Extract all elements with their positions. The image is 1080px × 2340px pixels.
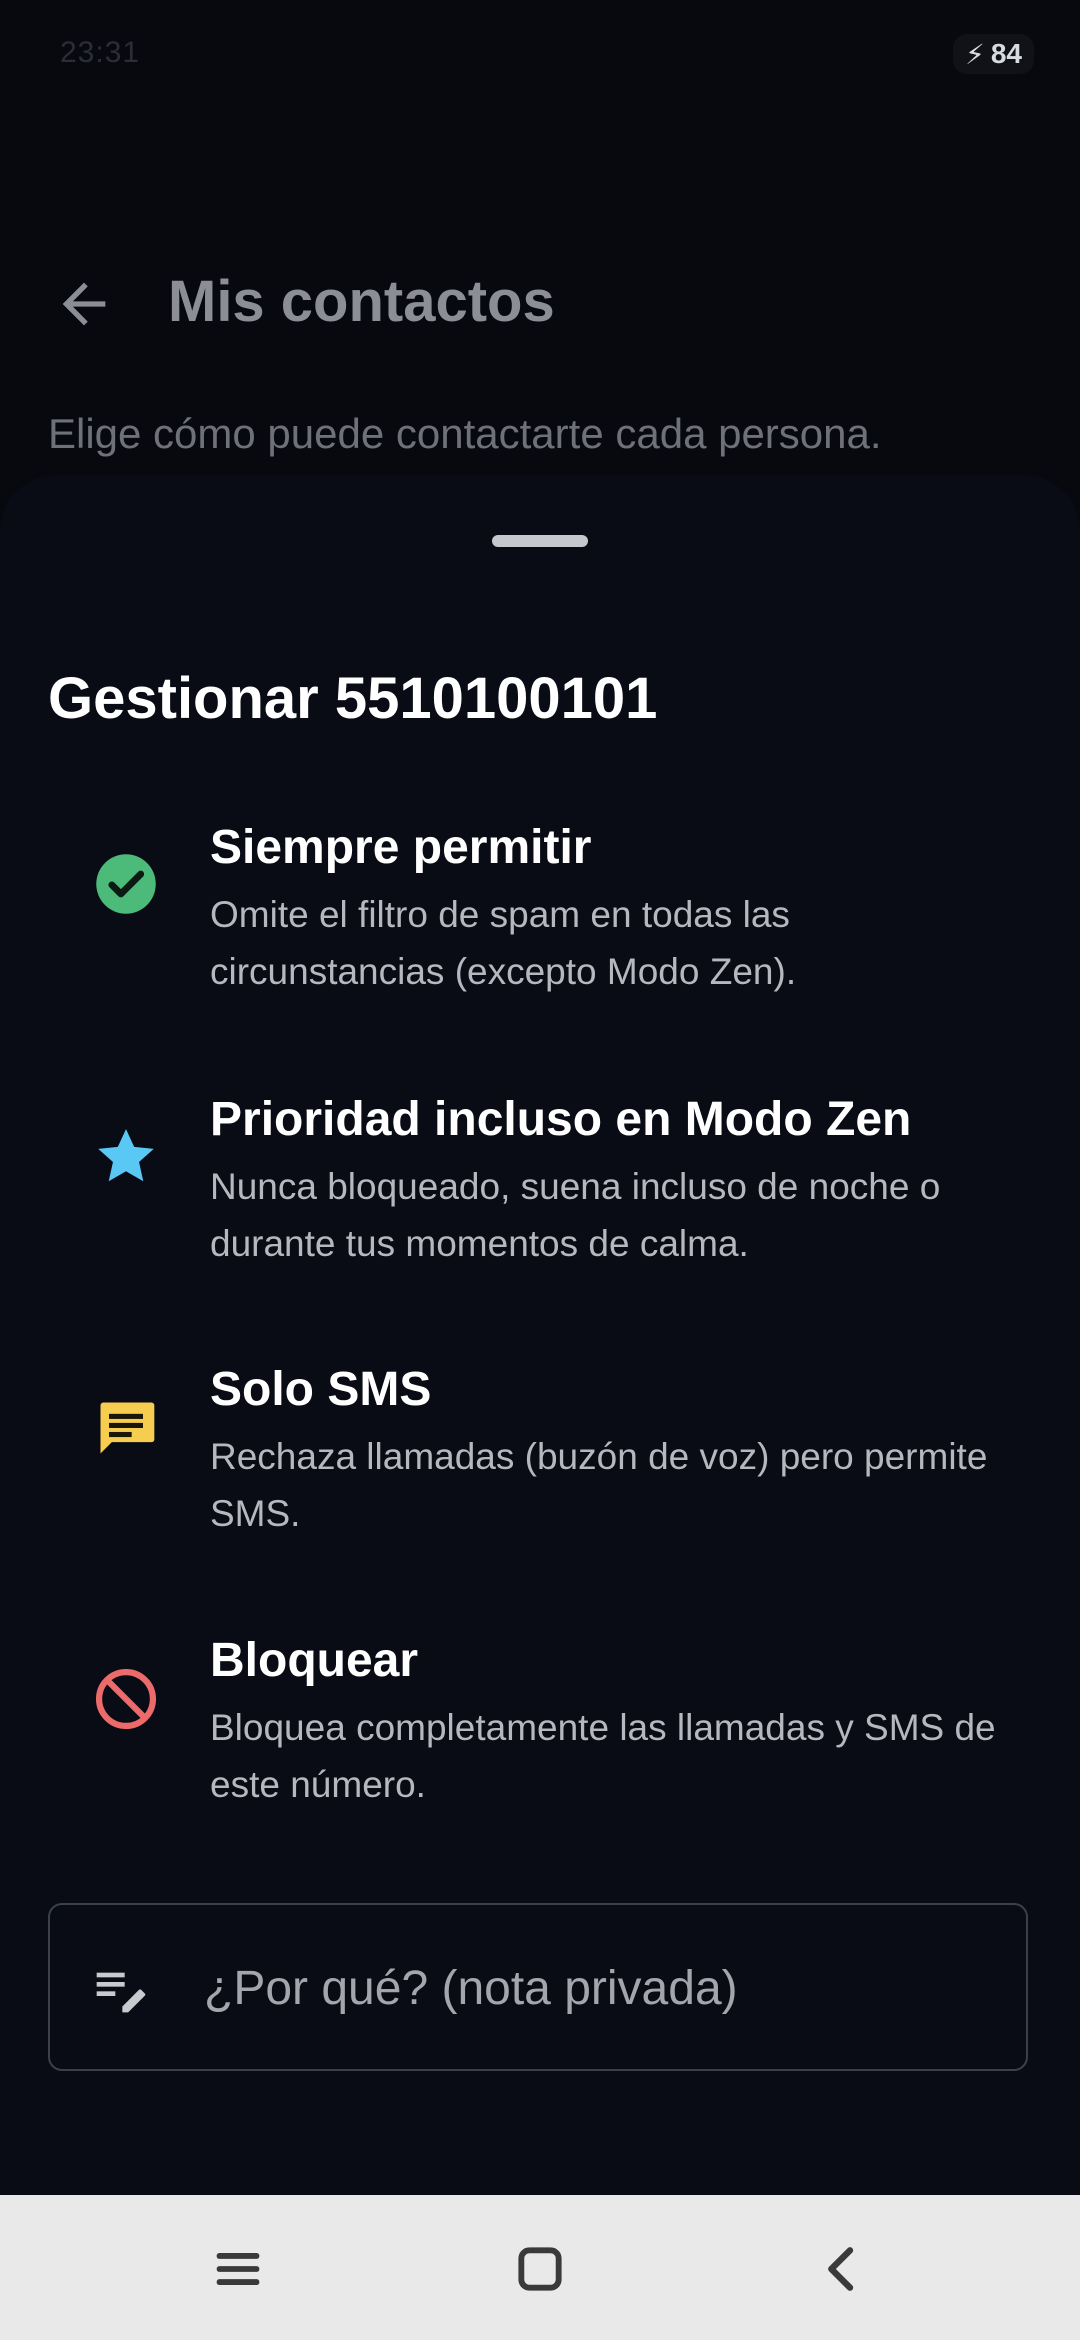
option-title: Solo SMS xyxy=(210,1363,432,1416)
status-bar: 23:31 ⚡ 84 xyxy=(0,0,1080,110)
screen: 23:31 ⚡ 84 Mis contactos Elige cómo pued… xyxy=(0,0,1080,2340)
sms-icon xyxy=(100,1402,155,1454)
battery-level: 84 xyxy=(990,38,1022,69)
sheet-title: Gestionar 5510100101 xyxy=(48,666,658,731)
option-description: Bloquea completamente las llamadas y SMS… xyxy=(210,1707,996,1805)
option-always-allow[interactable]: Siempre permitir Omite el filtro de spam… xyxy=(0,820,1080,1040)
option-description: Nunca bloqueado, suena incluso de noche … xyxy=(210,1166,941,1264)
option-priority-zen[interactable]: Prioridad incluso en Modo Zen Nunca bloq… xyxy=(0,1092,1080,1312)
option-sms-only[interactable]: Solo SMS Rechaza llamadas (buzón de voz)… xyxy=(0,1362,1080,1582)
page-subtitle: Elige cómo puede contactarte cada person… xyxy=(48,410,882,457)
option-description: Rechaza llamadas (buzón de voz) pero per… xyxy=(210,1436,988,1534)
option-description: Omite el filtro de spam en todas las cir… xyxy=(210,894,797,992)
option-title: Siempre permitir xyxy=(210,821,592,874)
private-note-input[interactable]: ¿Por qué? (nota privada) xyxy=(48,1903,1028,2071)
charging-bolt-icon: ⚡ xyxy=(965,38,985,70)
star-icon xyxy=(98,1129,154,1182)
navigation-bar xyxy=(0,2195,1080,2340)
app-bar: Mis contactos xyxy=(0,240,1080,360)
page-title: Mis contactos xyxy=(168,269,555,334)
block-icon xyxy=(95,1668,157,1730)
option-block[interactable]: Bloquear Bloquea completamente las llama… xyxy=(0,1633,1080,1853)
option-title: Prioridad incluso en Modo Zen xyxy=(210,1093,912,1146)
arrow-back-icon[interactable] xyxy=(52,272,116,336)
back-chevron-icon[interactable] xyxy=(810,2237,874,2301)
edit-note-icon xyxy=(96,1972,146,2013)
battery-indicator: ⚡ 84 xyxy=(953,34,1034,74)
status-time: 23:31 xyxy=(60,36,141,69)
menu-icon[interactable] xyxy=(206,2237,270,2301)
drag-handle[interactable] xyxy=(492,535,588,547)
bottom-sheet: Gestionar 5510100101 Siempre permitir Om… xyxy=(0,475,1080,2195)
option-title: Bloquear xyxy=(210,1634,419,1687)
note-placeholder: ¿Por qué? (nota privada) xyxy=(204,1962,738,2015)
home-square-icon[interactable] xyxy=(508,2237,572,2301)
check-circle-icon xyxy=(96,854,156,914)
